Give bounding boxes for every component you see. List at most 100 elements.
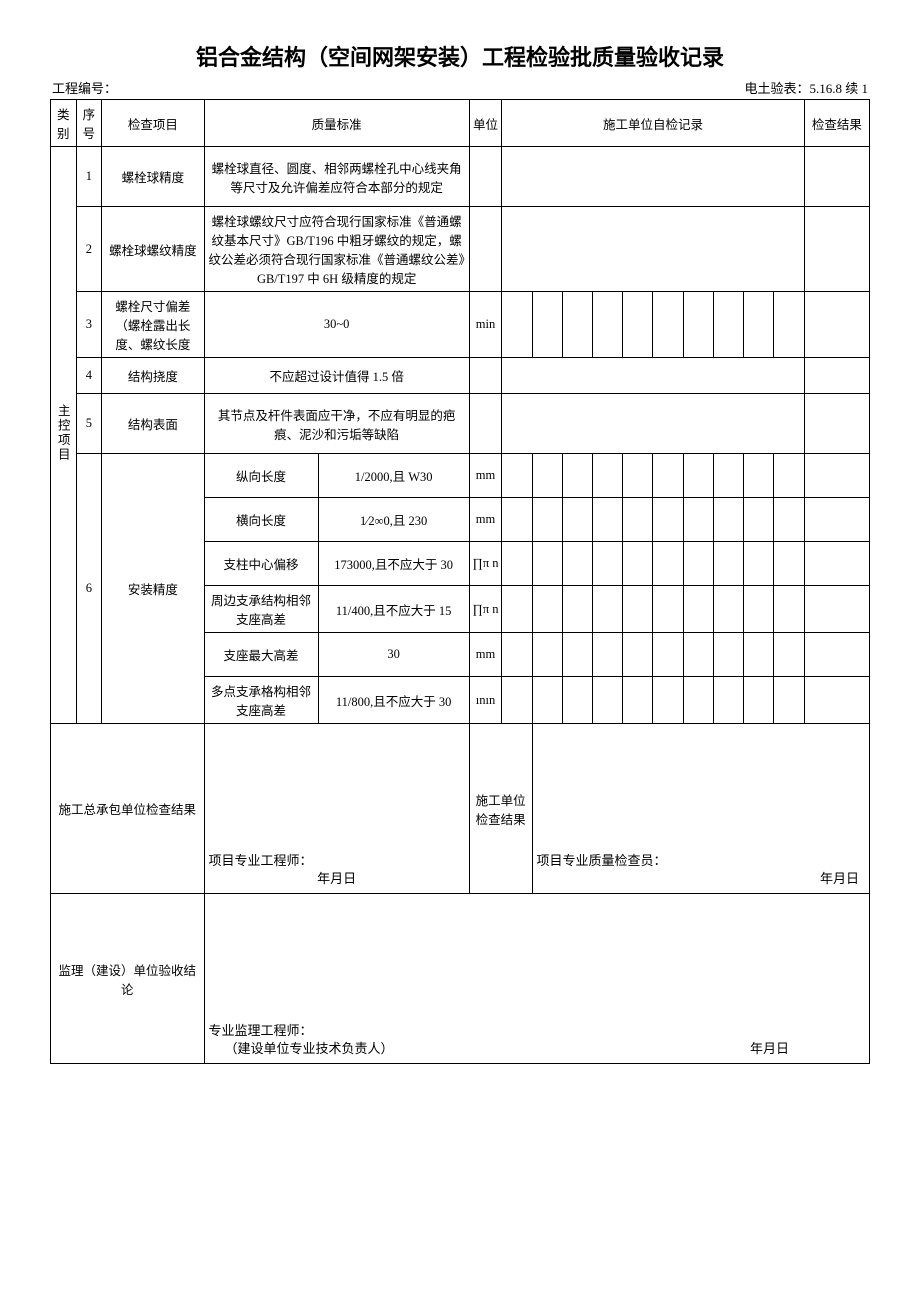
result-cell[interactable] xyxy=(804,677,869,724)
selfcheck-cell[interactable] xyxy=(593,498,623,542)
selfcheck-cell[interactable] xyxy=(623,586,653,633)
standard-cell: 其节点及杆件表面应干净，不应有明显的疤痕、泥沙和污垢等缺陷 xyxy=(204,394,469,454)
th-selfcheck: 施工单位自检记录 xyxy=(502,100,804,147)
selfcheck-cell[interactable] xyxy=(593,454,623,498)
selfcheck-cell[interactable] xyxy=(562,586,592,633)
selfcheck-cell[interactable] xyxy=(744,633,774,677)
selfcheck-cell[interactable] xyxy=(502,147,804,207)
selfcheck-cell[interactable] xyxy=(562,454,592,498)
selfcheck-cell[interactable] xyxy=(532,292,562,358)
selfcheck-cell[interactable] xyxy=(562,498,592,542)
unit-cell xyxy=(469,358,502,394)
selfcheck-cell[interactable] xyxy=(713,498,743,542)
selfcheck-cell[interactable] xyxy=(683,542,713,586)
selfcheck-cell[interactable] xyxy=(683,633,713,677)
result-cell[interactable] xyxy=(804,586,869,633)
result-cell[interactable] xyxy=(804,498,869,542)
selfcheck-cell[interactable] xyxy=(653,677,683,724)
standard-cell: 螺栓球直径、圆度、相邻两螺栓孔中心线夹角等尺寸及允许偏差应符合本部分的规定 xyxy=(204,147,469,207)
selfcheck-cell[interactable] xyxy=(593,677,623,724)
selfcheck-cell[interactable] xyxy=(532,586,562,633)
selfcheck-cell[interactable] xyxy=(744,454,774,498)
selfcheck-cell[interactable] xyxy=(502,542,532,586)
selfcheck-cell[interactable] xyxy=(653,498,683,542)
result-cell[interactable] xyxy=(804,207,869,292)
selfcheck-cell[interactable] xyxy=(744,677,774,724)
selfcheck-cell[interactable] xyxy=(683,677,713,724)
footer-supervision-row: 监理（建设）单位验收结论 专业监理工程师： （建设单位专业技术负责人） 年月日 xyxy=(51,894,870,1064)
selfcheck-cell[interactable] xyxy=(683,454,713,498)
selfcheck-cell[interactable] xyxy=(774,542,804,586)
selfcheck-cell[interactable] xyxy=(593,292,623,358)
selfcheck-cell[interactable] xyxy=(713,542,743,586)
selfcheck-cell[interactable] xyxy=(593,542,623,586)
selfcheck-cell[interactable] xyxy=(713,454,743,498)
supervision-sign-area[interactable]: 专业监理工程师： （建设单位专业技术负责人） 年月日 xyxy=(204,894,869,1064)
selfcheck-cell[interactable] xyxy=(502,207,804,292)
selfcheck-cell[interactable] xyxy=(502,586,532,633)
selfcheck-cell[interactable] xyxy=(623,542,653,586)
selfcheck-cell[interactable] xyxy=(774,633,804,677)
selfcheck-cell[interactable] xyxy=(532,542,562,586)
selfcheck-cell[interactable] xyxy=(623,633,653,677)
supervisor-engineer-label: 专业监理工程师： xyxy=(209,1020,313,1039)
selfcheck-cell[interactable] xyxy=(683,586,713,633)
selfcheck-cell[interactable] xyxy=(502,358,804,394)
selfcheck-cell[interactable] xyxy=(774,586,804,633)
sub-value: 11/400,且不应大于 15 xyxy=(318,586,469,633)
selfcheck-cell[interactable] xyxy=(683,498,713,542)
selfcheck-cell[interactable] xyxy=(562,292,592,358)
selfcheck-cell[interactable] xyxy=(774,454,804,498)
unit-sign-area[interactable]: 项目专业质量检查员： 年月日 xyxy=(532,724,869,894)
item-cell: 螺栓球精度 xyxy=(102,147,204,207)
selfcheck-cell[interactable] xyxy=(744,498,774,542)
selfcheck-cell[interactable] xyxy=(532,677,562,724)
selfcheck-cell[interactable] xyxy=(502,677,532,724)
result-cell[interactable] xyxy=(804,633,869,677)
selfcheck-cell[interactable] xyxy=(653,454,683,498)
selfcheck-cell[interactable] xyxy=(713,677,743,724)
selfcheck-cell[interactable] xyxy=(502,292,532,358)
th-seq: 序号 xyxy=(76,100,102,147)
selfcheck-cell[interactable] xyxy=(653,292,683,358)
selfcheck-cell[interactable] xyxy=(774,498,804,542)
unit-cell: min xyxy=(469,292,502,358)
th-standard: 质量标准 xyxy=(204,100,469,147)
selfcheck-cell[interactable] xyxy=(744,586,774,633)
selfcheck-cell[interactable] xyxy=(623,454,653,498)
result-cell[interactable] xyxy=(804,454,869,498)
selfcheck-cell[interactable] xyxy=(744,542,774,586)
selfcheck-cell[interactable] xyxy=(532,498,562,542)
selfcheck-cell[interactable] xyxy=(593,586,623,633)
selfcheck-cell[interactable] xyxy=(623,677,653,724)
item-cell: 安装精度 xyxy=(102,454,204,724)
selfcheck-cell[interactable] xyxy=(562,677,592,724)
selfcheck-cell[interactable] xyxy=(623,292,653,358)
result-cell[interactable] xyxy=(804,292,869,358)
selfcheck-cell[interactable] xyxy=(532,633,562,677)
selfcheck-cell[interactable] xyxy=(653,586,683,633)
selfcheck-cell[interactable] xyxy=(502,394,804,454)
result-cell[interactable] xyxy=(804,147,869,207)
selfcheck-cell[interactable] xyxy=(593,633,623,677)
contractor-sign-area[interactable]: 项目专业工程师： 年月日 xyxy=(204,724,469,894)
selfcheck-cell[interactable] xyxy=(744,292,774,358)
selfcheck-cell[interactable] xyxy=(502,633,532,677)
result-cell[interactable] xyxy=(804,542,869,586)
selfcheck-cell[interactable] xyxy=(502,498,532,542)
selfcheck-cell[interactable] xyxy=(683,292,713,358)
selfcheck-cell[interactable] xyxy=(774,292,804,358)
selfcheck-cell[interactable] xyxy=(653,542,683,586)
selfcheck-cell[interactable] xyxy=(713,586,743,633)
selfcheck-cell[interactable] xyxy=(713,292,743,358)
selfcheck-cell[interactable] xyxy=(562,633,592,677)
selfcheck-cell[interactable] xyxy=(623,498,653,542)
result-cell[interactable] xyxy=(804,394,869,454)
selfcheck-cell[interactable] xyxy=(532,454,562,498)
selfcheck-cell[interactable] xyxy=(502,454,532,498)
selfcheck-cell[interactable] xyxy=(562,542,592,586)
selfcheck-cell[interactable] xyxy=(653,633,683,677)
selfcheck-cell[interactable] xyxy=(713,633,743,677)
result-cell[interactable] xyxy=(804,358,869,394)
selfcheck-cell[interactable] xyxy=(774,677,804,724)
